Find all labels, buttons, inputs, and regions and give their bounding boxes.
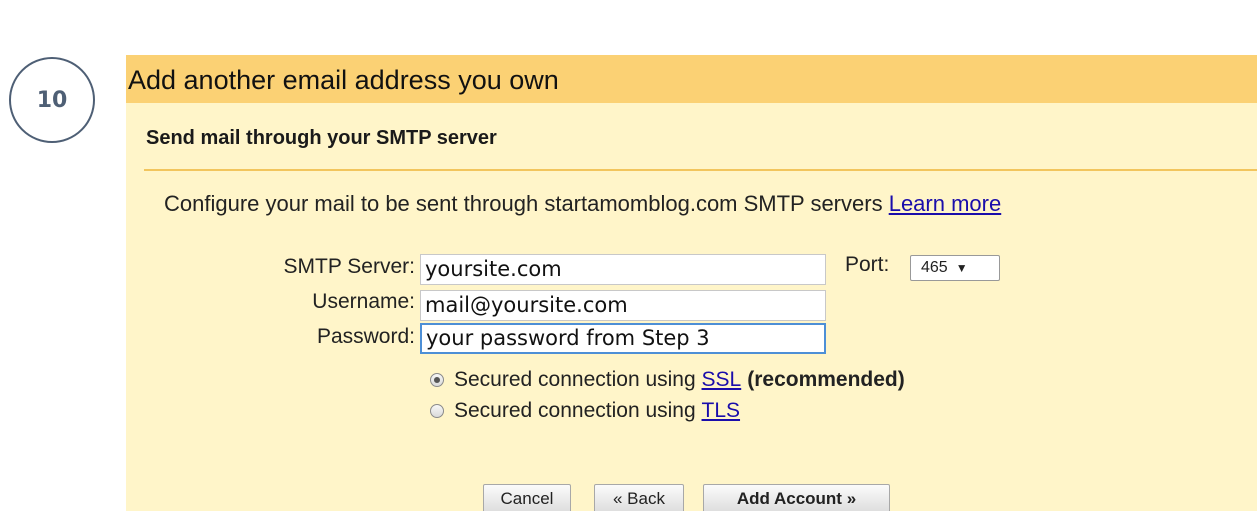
dialog-subtitle: Send mail through your SMTP server <box>146 127 497 149</box>
ssl-radio[interactable] <box>430 373 444 387</box>
learn-more-link[interactable]: Learn more <box>889 191 1002 216</box>
add-email-dialog: Add another email address you own Send m… <box>126 55 1257 511</box>
smtp-server-input[interactable]: yoursite.com <box>420 254 826 285</box>
dialog-title-bar: Add another email address you own <box>126 55 1257 103</box>
ssl-link[interactable]: SSL <box>702 368 742 392</box>
port-label: Port: <box>845 253 890 276</box>
smtp-server-label: SMTP Server: <box>283 255 415 278</box>
add-account-button[interactable]: Add Account » <box>703 484 890 511</box>
tls-option[interactable]: Secured connection using TLS <box>430 399 740 423</box>
description-label: Configure your mail to be sent through s… <box>164 191 883 216</box>
ssl-option-label: Secured connection using <box>454 368 696 391</box>
ssl-option[interactable]: Secured connection using SSL (recommende… <box>430 368 905 392</box>
username-label: Username: <box>312 290 415 313</box>
step-number-badge: 10 <box>9 57 95 143</box>
port-value: 465 <box>921 259 948 276</box>
cancel-button[interactable]: Cancel <box>483 484 571 511</box>
password-label: Password: <box>316 325 415 348</box>
port-select[interactable]: 465 ▼ <box>910 255 1000 281</box>
tls-link[interactable]: TLS <box>702 399 741 423</box>
description-text: Configure your mail to be sent through s… <box>164 191 1001 217</box>
section-divider <box>144 169 1257 171</box>
dropdown-arrow-icon: ▼ <box>955 261 968 275</box>
username-input[interactable]: mail@yoursite.com <box>420 290 826 321</box>
back-button[interactable]: « Back <box>594 484 684 511</box>
ssl-recommended-label: (recommended) <box>747 368 905 391</box>
tls-option-label: Secured connection using <box>454 399 696 422</box>
password-input[interactable]: your password from Step 3 <box>420 323 826 354</box>
tls-radio[interactable] <box>430 404 444 418</box>
dialog-title: Add another email address you own <box>128 65 559 95</box>
